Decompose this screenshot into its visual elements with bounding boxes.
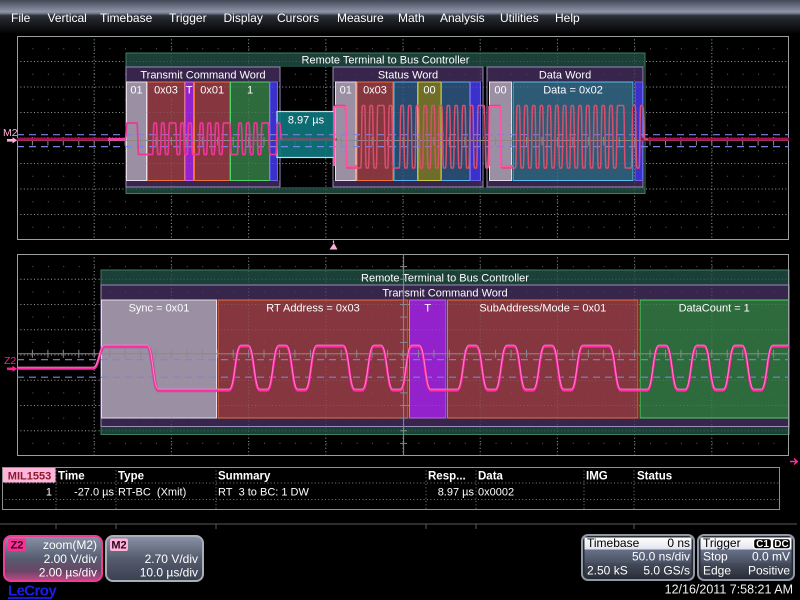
- svg-text:2.70 V/div: 2.70 V/div: [145, 552, 198, 566]
- svg-text:C1: C1: [756, 539, 769, 550]
- svg-text:Timebase: Timebase: [587, 536, 640, 550]
- svg-text:IMG: IMG: [586, 471, 608, 483]
- svg-text:Data: Data: [478, 471, 504, 483]
- svg-text:Cursors: Cursors: [277, 11, 319, 25]
- svg-text:Transmit Command Word: Transmit Command Word: [382, 288, 507, 300]
- svg-text:Edge: Edge: [703, 564, 731, 578]
- svg-text:10.0 µs/div: 10.0 µs/div: [140, 566, 198, 580]
- svg-text:Status Word: Status Word: [378, 70, 438, 82]
- svg-text:RT 3 to BC: 1 DW: RT 3 to BC: 1 DW: [218, 487, 309, 499]
- svg-text:Analysis: Analysis: [440, 11, 485, 25]
- svg-text:2.00 µs/div: 2.00 µs/div: [39, 566, 97, 580]
- svg-text:M2: M2: [3, 127, 18, 139]
- svg-text:SubAddress/Mode = 0x01: SubAddress/Mode = 0x01: [479, 303, 606, 315]
- svg-text:01: 01: [130, 85, 142, 97]
- svg-text:50.0 ns/div: 50.0 ns/div: [632, 550, 690, 564]
- svg-text:1: 1: [46, 487, 52, 499]
- svg-text:00: 00: [494, 85, 506, 97]
- svg-text:12/16/2011 7:58:21 AM: 12/16/2011 7:58:21 AM: [665, 583, 793, 597]
- svg-text:00: 00: [423, 85, 435, 97]
- svg-text:Summary: Summary: [218, 471, 271, 483]
- svg-text:Resp...: Resp...: [428, 471, 466, 483]
- svg-text:Transmit Command Word: Transmit Command Word: [140, 70, 265, 82]
- svg-text:Positive: Positive: [748, 564, 790, 578]
- svg-text:Time: Time: [58, 471, 85, 483]
- svg-text:MIL1553: MIL1553: [8, 471, 51, 483]
- svg-text:Data Word: Data Word: [539, 70, 591, 82]
- svg-text:1: 1: [247, 85, 253, 97]
- svg-text:Remote Terminal to Bus Control: Remote Terminal to Bus Controller: [302, 55, 470, 67]
- svg-text:Z2: Z2: [11, 540, 24, 552]
- svg-text:T: T: [186, 85, 193, 97]
- svg-text:Trigger: Trigger: [703, 536, 741, 550]
- svg-text:Remote Terminal to Bus Control: Remote Terminal to Bus Controller: [361, 273, 529, 285]
- svg-text:Measure: Measure: [337, 11, 384, 25]
- svg-text:Type: Type: [118, 471, 144, 483]
- svg-text:-27.0 µs: -27.0 µs: [74, 487, 114, 499]
- svg-text:8.97 µs: 8.97 µs: [288, 115, 325, 127]
- svg-text:Data = 0x02: Data = 0x02: [543, 85, 603, 97]
- svg-text:Status: Status: [637, 471, 672, 483]
- svg-text:01: 01: [340, 85, 352, 97]
- svg-text:0x03: 0x03: [363, 85, 387, 97]
- svg-text:RT-BC (Xmit): RT-BC (Xmit): [118, 487, 186, 499]
- svg-text:zoom(M2): zoom(M2): [43, 538, 97, 552]
- svg-text:0x0002: 0x0002: [478, 487, 514, 499]
- svg-text:Timebase: Timebase: [100, 11, 153, 25]
- svg-text:2.00 V/div: 2.00 V/div: [44, 552, 97, 566]
- svg-text:0x03: 0x03: [154, 85, 178, 97]
- svg-text:Stop: Stop: [703, 550, 728, 564]
- svg-text:Trigger: Trigger: [169, 11, 207, 25]
- svg-text:Math: Math: [398, 11, 425, 25]
- svg-text:2.50 kS: 2.50 kS: [587, 564, 628, 578]
- svg-text:Utilities: Utilities: [500, 11, 539, 25]
- svg-text:0x01: 0x01: [200, 85, 224, 97]
- svg-text:0 ns: 0 ns: [667, 536, 690, 550]
- svg-text:Z2: Z2: [4, 355, 16, 367]
- svg-text:0.0 mV: 0.0 mV: [752, 550, 790, 564]
- svg-text:File: File: [11, 11, 31, 25]
- svg-text:8.97 µs: 8.97 µs: [438, 487, 475, 499]
- svg-text:Help: Help: [555, 11, 580, 25]
- svg-text:Vertical: Vertical: [48, 11, 87, 25]
- svg-text:DC: DC: [774, 539, 788, 550]
- svg-text:Display: Display: [224, 11, 263, 25]
- svg-text:LeCroy: LeCroy: [8, 583, 57, 600]
- svg-text:M2: M2: [111, 540, 126, 552]
- svg-text:5.0 GS/s: 5.0 GS/s: [643, 564, 690, 578]
